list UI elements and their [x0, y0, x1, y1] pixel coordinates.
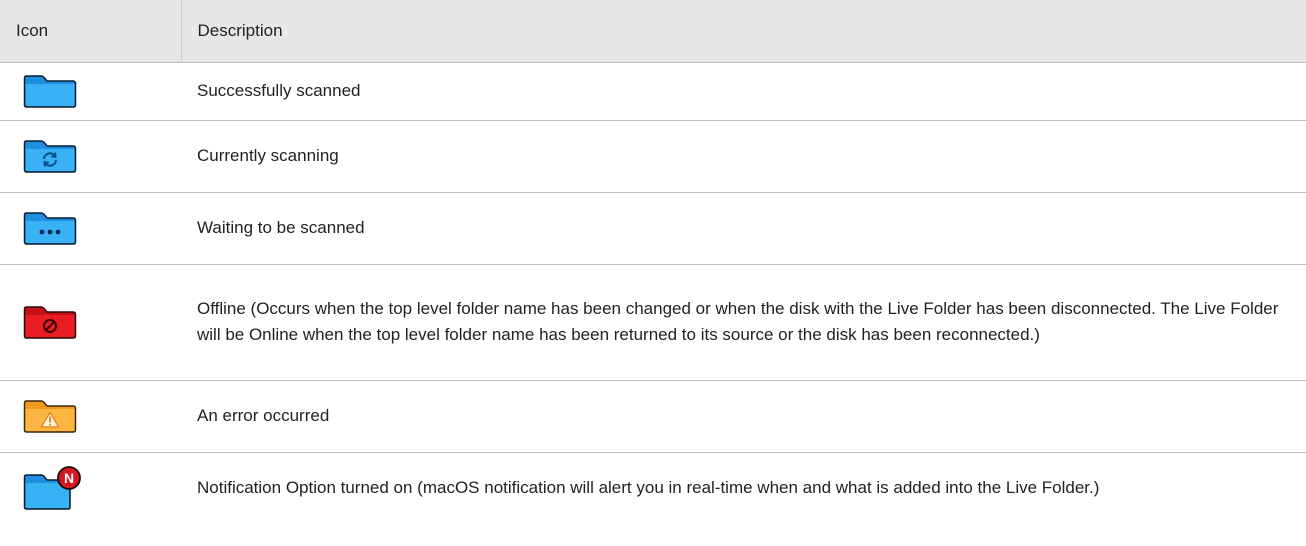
icon-legend-table: Icon Description Successfully scanned Cu…	[0, 0, 1306, 523]
header-description: Description	[180, 0, 1306, 62]
notification-badge-letter: N	[64, 470, 74, 486]
icon-cell	[0, 191, 181, 264]
row-description: Notification Option turned on (macOS not…	[181, 451, 1306, 523]
table-row: Offline (Occurs when the top level folde…	[0, 263, 1306, 380]
icon-cell	[0, 263, 181, 380]
row-description: An error occurred	[181, 379, 1306, 452]
row-description: Currently scanning	[181, 119, 1306, 192]
folder-notification-icon: N	[23, 465, 81, 510]
row-description: Offline (Occurs when the top level folde…	[181, 263, 1306, 380]
table-row: Waiting to be scanned	[0, 191, 1306, 264]
folder-waiting-icon	[23, 212, 77, 245]
header-icon: Icon	[16, 20, 49, 40]
icon-cell: N	[0, 451, 181, 523]
folder-scanning-icon	[23, 140, 77, 173]
icon-cell	[0, 379, 181, 452]
folder-error-icon	[23, 400, 77, 433]
table-row: Currently scanning	[0, 119, 1306, 192]
table-row: Successfully scanned	[0, 61, 1306, 120]
folder-offline-icon	[23, 306, 77, 339]
table-row: N Notification Option turned on (macOS n…	[0, 451, 1306, 523]
table-header-row: Icon Description	[0, 0, 1306, 62]
row-description: Waiting to be scanned	[181, 191, 1306, 264]
icon-cell	[0, 119, 181, 192]
table-row: An error occurred	[0, 379, 1306, 452]
folder-scanned-icon	[23, 75, 77, 108]
icon-cell	[0, 61, 181, 120]
row-description: Successfully scanned	[181, 61, 1306, 120]
